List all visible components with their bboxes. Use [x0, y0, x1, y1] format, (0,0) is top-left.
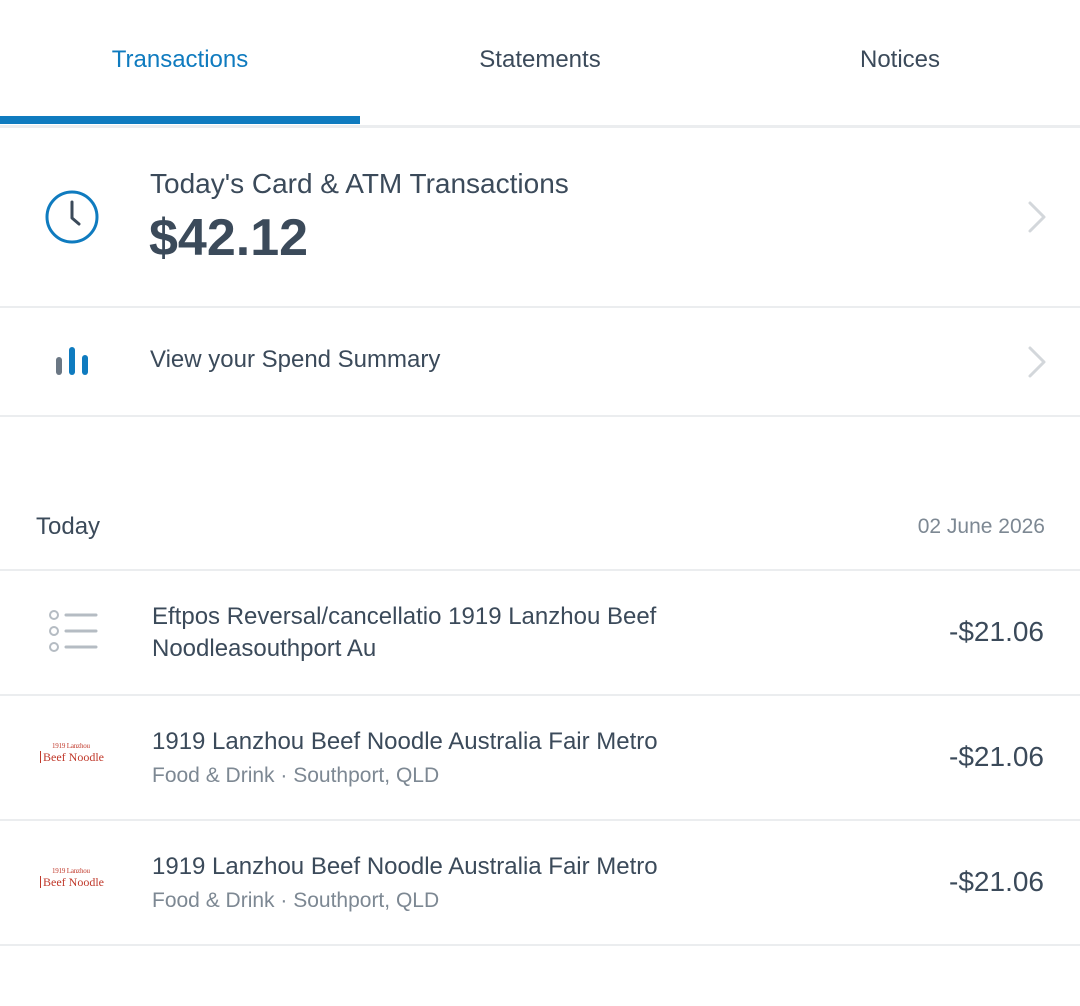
transaction-description: 1919 Lanzhou Beef Noodle Australia Fair …: [152, 728, 658, 755]
tab-notices[interactable]: Notices: [720, 0, 1080, 124]
bar-chart-icon: [56, 347, 88, 375]
merchant-logo: 1919 Lanzhou Beef Noodle: [40, 868, 106, 892]
date-group-date: 02 June 2026: [917, 515, 1045, 538]
transaction-description: Eftpos Reversal/cancellatio 1919 Lanzhou…: [152, 603, 657, 662]
transaction-amount: -$21.06: [949, 616, 1044, 647]
list-icon: [49, 610, 98, 652]
card-atm-transactions-row[interactable]: Today's Card & ATM Transactions $42.12: [0, 128, 1080, 308]
date-group-header: Today 02 June 2026: [0, 417, 1080, 571]
clock-icon: [45, 190, 99, 244]
tab-transactions-label: Transactions: [111, 46, 249, 73]
card-atm-title: Today's Card & ATM Transactions: [150, 168, 569, 199]
tab-transactions[interactable]: Transactions: [0, 0, 360, 124]
tab-notices-label: Notices: [859, 46, 941, 73]
transaction-row[interactable]: 1919 Lanzhou Beef Noodle 1919 Lanzhou Be…: [0, 821, 1080, 946]
merchant-logo-top: 1919 Lanzhou: [52, 742, 90, 750]
spend-summary-row[interactable]: View your Spend Summary: [0, 308, 1080, 417]
tab-bar: Transactions Statements Notices: [0, 0, 1080, 128]
merchant-logo-bottom: Beef Noodle: [40, 876, 106, 888]
transaction-amount: -$21.06: [949, 866, 1044, 897]
transaction-category-location: Food & Drink · Southport, QLD: [152, 889, 440, 912]
chevron-right-icon: [1028, 201, 1046, 233]
merchant-logo-bottom: Beef Noodle: [40, 751, 106, 763]
chevron-right-icon: [1028, 346, 1046, 378]
merchant-logo: 1919 Lanzhou Beef Noodle: [40, 743, 106, 767]
merchant-logo-top: 1919 Lanzhou: [52, 867, 90, 875]
transaction-category-location: Food & Drink · Southport, QLD: [152, 764, 440, 787]
tab-statements[interactable]: Statements: [360, 0, 720, 124]
tab-statements-label: Statements: [479, 46, 601, 73]
active-tab-indicator: [0, 116, 360, 124]
transaction-row[interactable]: Eftpos Reversal/cancellatio 1919 Lanzhou…: [0, 571, 1080, 696]
transaction-description: 1919 Lanzhou Beef Noodle Australia Fair …: [152, 853, 658, 880]
date-group-label: Today: [36, 513, 101, 540]
transaction-amount: -$21.06: [949, 741, 1044, 772]
card-atm-amount: $42.12: [149, 209, 309, 267]
transaction-row[interactable]: 1919 Lanzhou Beef Noodle 1919 Lanzhou Be…: [0, 696, 1080, 821]
spend-summary-label: View your Spend Summary: [150, 346, 441, 373]
